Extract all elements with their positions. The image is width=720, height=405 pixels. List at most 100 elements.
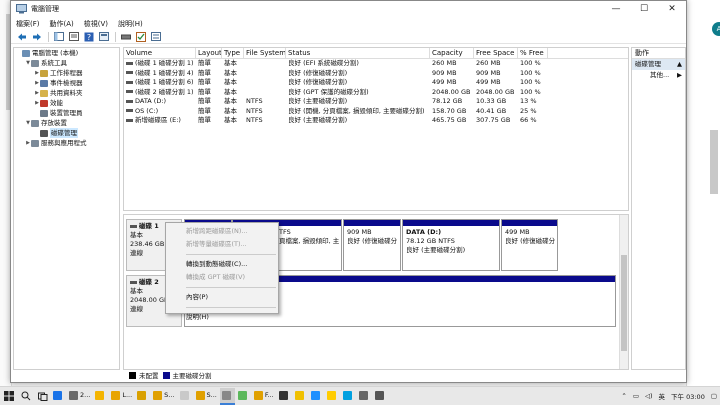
menu-view[interactable]: 檢視(V) [84,19,108,29]
partition-block[interactable]: DATA (D:) 78.12 GB NTFS 良好 (主要磁碟分割) [402,219,500,271]
column-header-type[interactable]: Type [222,48,244,58]
partition-block[interactable]: 909 MB 良好 (修復磁碟分 [343,219,401,271]
table-row[interactable]: DATA (D:) 簡單 基本 NTFS 良好 (主要磁碟分割) 78.12 GB 10.3… [124,97,628,107]
title-bar[interactable]: 電腦管理 — ☐ ✕ [11,1,686,17]
minimize-button[interactable]: — [602,1,630,17]
taskbar-app[interactable] [178,388,193,405]
toolbar-separator [115,31,116,42]
layout-cell: 簡單 [198,87,211,96]
task-view-button[interactable] [34,388,51,405]
actions-section-disk-management[interactable]: 磁碟管理 ▲ [632,59,685,70]
tree-item[interactable]: 磁碟管理 [14,128,119,138]
scrollbar-thumb[interactable] [621,255,627,351]
taskbar-app[interactable] [51,388,66,405]
tree-item[interactable]: ▼ 存放裝置 [14,118,119,128]
percent-free-cell: 66 % [520,116,537,124]
network-icon[interactable]: ▭ [633,392,639,400]
taskbar-app[interactable]: 2... [67,388,92,405]
actions-more[interactable]: 其他... ▶ [632,70,685,81]
column-header-percent-free[interactable]: % Free [518,48,548,58]
taskbar-app[interactable]: S... [151,388,176,405]
volume-list: Volume Layout Type File System Status Ca… [123,47,629,211]
taskbar-app[interactable] [373,388,388,405]
free-space-cell: 40.41 GB [476,106,507,115]
list-view-icon [151,32,161,41]
taskbar-app[interactable] [357,388,372,405]
taskbar-app[interactable]: S... [194,388,219,405]
partition-status: 良好 (主要磁碟分割) [406,246,466,254]
tray-chevron-icon[interactable]: ⌃ [621,392,626,400]
app-icon [358,390,368,400]
context-menu-item[interactable]: 說明(H) [166,311,278,324]
column-header-free-space[interactable]: Free Space [474,48,518,58]
back-button[interactable] [15,31,29,43]
partition-size: 499 MB [505,228,530,236]
menu-action[interactable]: 動作(A) [50,19,74,29]
volume-icon[interactable]: ◁) [645,392,653,400]
tree-item[interactable]: ▶ 效能 [14,98,119,108]
disk-view-scrollbar[interactable] [619,215,628,369]
close-button[interactable]: ✕ [658,1,686,17]
taskbar-app[interactable] [93,388,108,405]
tree-item[interactable]: 電腦管理 (本機) [14,48,119,58]
tree-item[interactable]: ▶ 共用資料夾 [14,88,119,98]
taskbar-app[interactable] [219,387,235,405]
taskbar-app[interactable]: F... [252,388,276,405]
properties-button[interactable] [67,31,81,43]
table-row[interactable]: (磁碟 1 磁碟分割 4) 簡單 基本 良好 (修復磁碟分割) 909 MB 909 MB… [124,69,628,79]
view-button[interactable] [97,31,111,43]
volume-icon [126,99,133,103]
column-header-file-system[interactable]: File System [244,48,286,58]
notification-icon[interactable]: ▢ [711,392,717,400]
taskbar-app[interactable] [277,388,292,405]
tree-item[interactable]: ▶ 工作排程器 [14,68,119,78]
taskbar-app[interactable] [135,388,150,405]
context-menu-item[interactable]: 轉換到動態磁碟(C)... [166,258,278,271]
search-button[interactable] [17,388,34,405]
app-icon [153,390,163,400]
input-language[interactable]: 英 [659,391,666,401]
taskbar-app[interactable] [309,388,324,405]
partition-block[interactable]: 499 MB 良好 (修復磁碟分 [501,219,558,271]
free-space-cell: 10.33 GB [476,97,507,105]
table-row[interactable]: (磁碟 2 磁碟分割 1) 簡單 基本 良好 (GPT 保護的磁碟分割) 2048.00… [124,88,628,98]
help-icon: ? [84,32,94,42]
tree-item[interactable]: ▶ 事件檢視器 [14,78,119,88]
column-header-capacity[interactable]: Capacity [430,48,474,58]
table-row[interactable]: (磁碟 1 磁碟分割 6) 簡單 基本 良好 (修復磁碟分割) 499 MB 499 MB… [124,78,628,88]
taskbar-app[interactable]: L... [109,388,134,405]
disk-connect-button[interactable] [119,31,133,43]
table-row[interactable]: OS (C:) 簡單 基本 NTFS 良好 (開機, 分頁檔案, 損毀傾印, 主要磁碟分… [124,107,628,117]
forward-button[interactable] [30,31,44,43]
tree-item-label: 裝置管理員 [50,109,83,117]
menu-help[interactable]: 說明(H) [118,19,143,29]
help-button[interactable]: ? [82,31,96,43]
taskbar-app[interactable] [341,388,356,405]
windows-logo-icon [3,391,14,401]
table-row[interactable]: (磁碟 1 磁碟分割 1) 簡單 基本 良好 (EFI 系統磁碟分割) 260 MB 26… [124,59,628,69]
avatar[interactable]: A [712,22,720,36]
show-hide-tree-button[interactable] [52,31,66,43]
status-cell: 良好 (主要磁碟分割) [288,116,348,124]
context-menu-item: 新增等量磁碟區(T)... [186,240,247,248]
tree-item[interactable]: ▼ 系統工具 [14,58,119,68]
taskbar-app[interactable] [325,388,340,405]
clock[interactable]: 下午 03:00 [671,391,705,401]
column-header-layout[interactable]: Layout [196,48,222,58]
background-scrollbar[interactable] [710,130,718,194]
context-menu-item[interactable]: 內容(P) [166,291,278,304]
taskbar-app[interactable] [293,388,308,405]
column-header-volume[interactable]: Volume [124,48,196,58]
view-list-button[interactable] [149,31,163,43]
column-header-status[interactable]: Status [286,48,430,58]
table-row[interactable]: 新增磁碟區 (E:) 簡單 基本 NTFS 良好 (主要磁碟分割) 465.75 GB 30… [124,116,628,126]
tree-item-label: 磁碟管理 [50,128,78,138]
maximize-button[interactable]: ☐ [630,1,658,17]
taskbar-app[interactable] [236,388,251,405]
start-button[interactable] [0,388,17,405]
menu-file[interactable]: 檔案(F) [16,19,40,29]
app-icon [53,390,62,400]
tree-item[interactable]: 裝置管理員 [14,108,119,118]
check-button[interactable] [134,31,148,43]
tree-item[interactable]: ▶ 服務與應用程式 [14,138,119,148]
